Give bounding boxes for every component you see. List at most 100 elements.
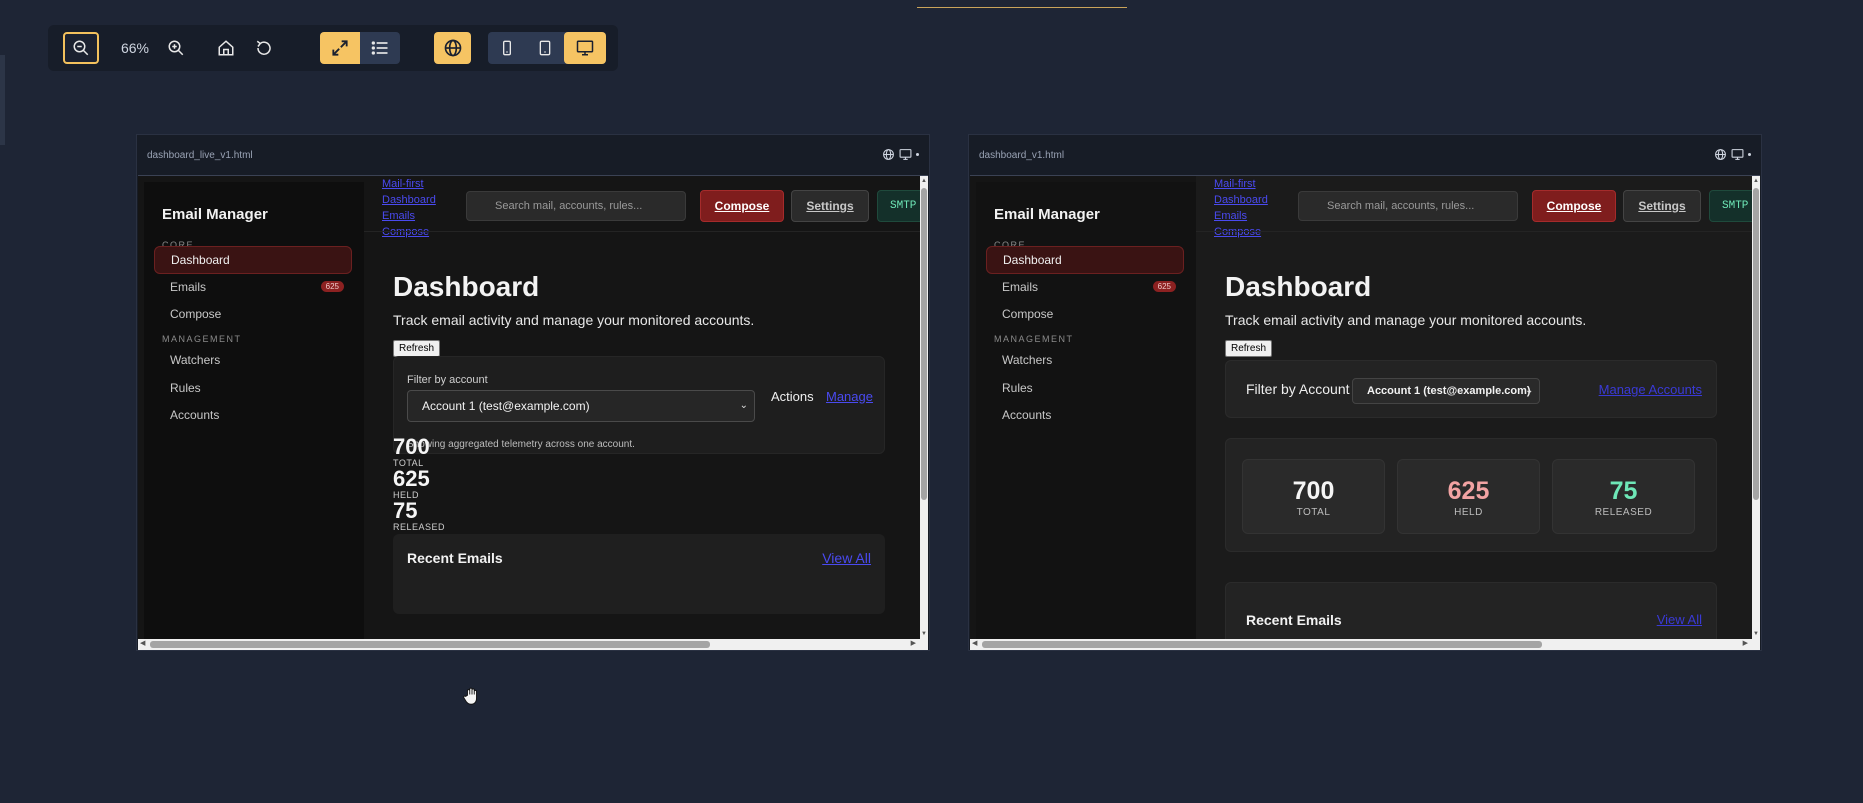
view-all-link[interactable]: View All	[822, 550, 871, 566]
tablet-view-button[interactable]	[526, 32, 564, 64]
skip-link[interactable]: Mail-first	[382, 176, 436, 192]
vertical-scrollbar[interactable]: ▲ ▼	[920, 176, 928, 639]
count-badge: 625	[1152, 281, 1176, 292]
settings-button[interactable]: Settings	[791, 190, 869, 222]
sidebar-item-dashboard[interactable]: Dashboard	[154, 246, 352, 274]
list-button[interactable]	[360, 32, 400, 64]
scroll-down-icon[interactable]: ▼	[921, 631, 927, 637]
scroll-thumb[interactable]	[921, 188, 927, 500]
scroll-up-icon[interactable]: ▲	[921, 178, 927, 184]
scroll-thumb[interactable]	[1753, 188, 1759, 500]
sidebar-item-label: Compose	[170, 307, 222, 321]
settings-button[interactable]: Settings	[1623, 190, 1701, 222]
sidebar-item-label: Emails	[170, 280, 207, 294]
scroll-right-icon[interactable]: ▶	[1743, 639, 1748, 647]
sidebar-item-label: Compose	[1002, 307, 1054, 321]
compose-button[interactable]: Compose	[700, 190, 784, 222]
expand-button[interactable]	[320, 32, 360, 64]
horizontal-scrollbar[interactable]: ◀ ▶	[138, 639, 928, 650]
zoom-in-icon	[168, 40, 184, 56]
reset-icon	[256, 40, 271, 55]
sidebar-item-label: Watchers	[170, 353, 221, 367]
hand-cursor-icon	[463, 686, 481, 711]
scroll-down-icon[interactable]: ▼	[1753, 631, 1759, 637]
dot-icon	[1748, 153, 1751, 156]
expand-icon	[332, 40, 348, 56]
manage-accounts-link[interactable]: Manage Accounts	[1599, 382, 1702, 397]
skip-link[interactable]: Emails	[382, 208, 436, 224]
zoom-out-button[interactable]	[63, 32, 99, 64]
skip-link[interactable]: Emails	[1214, 208, 1268, 224]
horizontal-scrollbar[interactable]: ◀ ▶	[970, 639, 1760, 650]
sidebar-item-watchers[interactable]: Watchers	[986, 346, 1184, 374]
desktop-icon[interactable]	[899, 148, 912, 161]
skip-link[interactable]: Dashboard	[382, 192, 436, 208]
scroll-right-icon[interactable]: ▶	[911, 639, 916, 647]
sidebar-item-emails[interactable]: Emails 625	[986, 273, 1184, 301]
scroll-left-icon[interactable]: ◀	[972, 639, 977, 647]
smtp-status-button[interactable]: SMTP	[1709, 190, 1753, 222]
globe-icon[interactable]	[1714, 148, 1727, 161]
frame-header: dashboard_v1.html	[969, 135, 1761, 175]
scroll-up-icon[interactable]: ▲	[1753, 178, 1759, 184]
sidebar-item-accounts[interactable]: Accounts	[154, 401, 352, 429]
refresh-button[interactable]: Refresh	[393, 340, 441, 357]
main-content: Mail-first Dashboard Emails Compose Sear…	[364, 176, 921, 639]
desktop-view-button[interactable]	[564, 32, 606, 64]
desktop-icon[interactable]	[1731, 148, 1744, 161]
brand-title: Email Manager	[994, 206, 1100, 223]
manage-link[interactable]: Manage	[826, 389, 873, 404]
top-accent-line	[917, 7, 1127, 8]
home-icon	[218, 40, 234, 56]
home-button[interactable]	[211, 32, 241, 64]
sidebar-item-dashboard[interactable]: Dashboard	[986, 246, 1184, 274]
recent-emails-card: Recent Emails View All	[1225, 582, 1717, 639]
preview-toolbar: 66%	[48, 25, 618, 71]
stat-value: 75	[1609, 477, 1638, 505]
desktop-icon	[576, 40, 594, 56]
scroll-thumb[interactable]	[982, 641, 1542, 648]
filter-bar: Filter by Account Account 1 (test@exampl…	[1225, 360, 1717, 418]
divider	[364, 231, 921, 232]
sidebar-item-watchers[interactable]: Watchers	[154, 346, 352, 374]
compose-button[interactable]: Compose	[1532, 190, 1616, 222]
stat-value: 625	[1447, 477, 1490, 505]
skip-link[interactable]: Compose	[1214, 224, 1268, 240]
search-input[interactable]: Search mail, accounts, rules...	[466, 191, 686, 221]
preview-frame-right: dashboard_v1.html Email Manager CORE Das…	[968, 134, 1762, 651]
preview-frame-left: dashboard_live_v1.html Email Manager COR…	[136, 134, 930, 651]
viewport: Email Manager CORE Dashboard Emails 625 C…	[970, 175, 1760, 650]
divider	[1196, 231, 1753, 232]
skip-link[interactable]: Compose	[382, 224, 436, 240]
refresh-button[interactable]: Refresh	[1225, 340, 1273, 357]
account-select-value: Account 1 (test@example.com)	[1367, 385, 1531, 397]
sidebar-item-compose[interactable]: Compose	[986, 300, 1184, 328]
vertical-scrollbar[interactable]: ▲ ▼	[1752, 176, 1760, 639]
stat-label: RELEASED	[393, 522, 446, 532]
zoom-in-button[interactable]	[161, 32, 191, 64]
search-input[interactable]: Search mail, accounts, rules...	[1298, 191, 1518, 221]
recent-emails-title: Recent Emails	[1246, 612, 1342, 628]
reset-button[interactable]	[249, 32, 279, 64]
globe-icon[interactable]	[882, 148, 895, 161]
globe-button[interactable]	[434, 32, 471, 64]
sidebar-item-compose[interactable]: Compose	[154, 300, 352, 328]
actions-label: Actions	[771, 389, 814, 404]
stat-held: 625 HELD	[1397, 459, 1540, 534]
sidebar-item-emails[interactable]: Emails 625	[154, 273, 352, 301]
sidebar-item-accounts[interactable]: Accounts	[986, 401, 1184, 429]
skip-link[interactable]: Mail-first	[1214, 176, 1268, 192]
stat-held: 625 HELD	[393, 468, 430, 501]
sidebar-item-rules[interactable]: Rules	[154, 374, 352, 402]
mobile-view-button[interactable]	[488, 32, 526, 64]
view-all-link[interactable]: View All	[1657, 612, 1702, 627]
smtp-status-button[interactable]: SMTP	[877, 190, 921, 222]
sidebar-item-label: Watchers	[1002, 353, 1053, 367]
account-select[interactable]: Account 1 (test@example.com) ⌄	[1352, 378, 1540, 404]
scroll-left-icon[interactable]: ◀	[140, 639, 145, 647]
skip-link[interactable]: Dashboard	[1214, 192, 1268, 208]
account-select[interactable]: Account 1 (test@example.com) ⌄	[407, 390, 755, 422]
sidebar-item-label: Rules	[170, 381, 201, 395]
sidebar-item-rules[interactable]: Rules	[986, 374, 1184, 402]
scroll-thumb[interactable]	[150, 641, 710, 648]
